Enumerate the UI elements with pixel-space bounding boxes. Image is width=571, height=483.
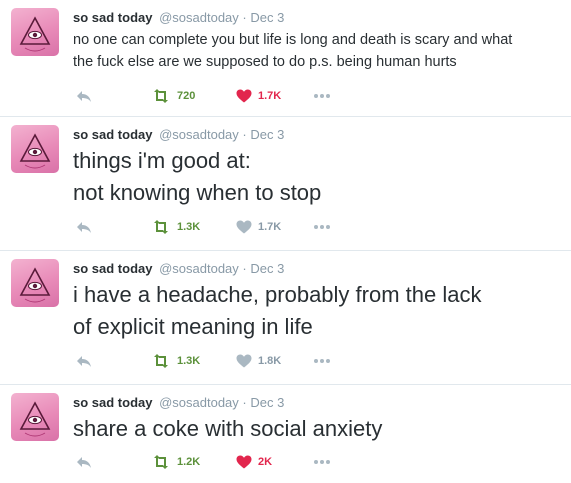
heart-icon	[236, 354, 252, 368]
tweet-text: share a coke with social anxiety	[73, 413, 568, 445]
tweet[interactable]: so sad today @sosadtoday · Dec 3 things …	[0, 117, 571, 251]
reply-button[interactable]	[76, 87, 92, 105]
more-button[interactable]	[313, 352, 331, 370]
separator: ·	[242, 10, 247, 25]
retweet-button[interactable]: 1.3K	[151, 352, 200, 370]
retweet-count: 1.3K	[177, 221, 201, 233]
retweet-button[interactable]: 1.3K	[151, 218, 200, 236]
like-count: 1.8K	[258, 355, 282, 367]
username[interactable]: @sosadtoday	[159, 261, 239, 276]
more-dots-icon	[314, 359, 330, 363]
like-button[interactable]: 1.7K	[236, 218, 281, 236]
more-dots-icon	[314, 225, 330, 229]
avatar[interactable]	[11, 259, 59, 307]
tweet-text: i have a headache, probably from the lac…	[73, 279, 568, 343]
more-dots-icon	[314, 94, 330, 98]
more-button[interactable]	[313, 87, 331, 105]
tweet-text: things i'm good at: not knowing when to …	[73, 145, 568, 209]
timestamp[interactable]: Dec 3	[250, 261, 284, 276]
tweet-timeline: so sad today @sosadtoday · Dec 3 no one …	[0, 0, 571, 483]
tweet[interactable]: so sad today @sosadtoday · Dec 3 i have …	[0, 251, 571, 385]
reply-button[interactable]	[76, 218, 92, 236]
more-button[interactable]	[313, 218, 331, 236]
like-count: 1.7K	[258, 221, 282, 233]
retweet-count: 720	[177, 90, 196, 102]
username[interactable]: @sosadtoday	[159, 395, 239, 410]
like-button[interactable]: 1.8K	[236, 352, 281, 370]
reply-icon	[77, 457, 91, 468]
fullname[interactable]: so sad today	[73, 395, 152, 410]
tweet-header: so sad today @sosadtoday · Dec 3	[73, 127, 284, 142]
tweet-text: no one can complete you but life is long…	[73, 29, 568, 73]
timestamp[interactable]: Dec 3	[250, 127, 284, 142]
tweet-text-line: things i'm good at:	[73, 148, 251, 173]
fullname[interactable]: so sad today	[73, 261, 152, 276]
timestamp[interactable]: Dec 3	[250, 395, 284, 410]
separator: ·	[242, 395, 247, 410]
tweet-header: so sad today @sosadtoday · Dec 3	[73, 10, 284, 25]
avatar[interactable]	[11, 125, 59, 173]
fullname[interactable]: so sad today	[73, 10, 152, 25]
all-seeing-eye-pyramid-icon	[19, 133, 51, 169]
reply-button[interactable]	[76, 352, 92, 370]
avatar[interactable]	[11, 8, 59, 56]
separator: ·	[242, 261, 247, 276]
tweet[interactable]: so sad today @sosadtoday · Dec 3 no one …	[0, 0, 571, 117]
tweet-header: so sad today @sosadtoday · Dec 3	[73, 261, 284, 276]
tweet-text-line: of explicit meaning in life	[73, 314, 313, 339]
fullname[interactable]: so sad today	[73, 127, 152, 142]
retweet-icon	[154, 455, 168, 469]
separator: ·	[242, 127, 247, 142]
retweet-count: 1.2K	[177, 456, 201, 468]
tweet-text-line: not knowing when to stop	[73, 180, 322, 205]
heart-icon	[236, 89, 252, 103]
like-button[interactable]: 2K	[236, 453, 272, 471]
retweet-icon	[154, 354, 168, 368]
tweet-header: so sad today @sosadtoday · Dec 3	[73, 395, 284, 410]
retweet-icon	[154, 89, 168, 103]
reply-icon	[77, 356, 91, 367]
username[interactable]: @sosadtoday	[159, 10, 239, 25]
reply-button[interactable]	[76, 453, 92, 471]
retweet-button[interactable]: 720	[151, 87, 195, 105]
tweet-text-line: i have a headache, probably from the lac…	[73, 282, 482, 307]
timestamp[interactable]: Dec 3	[250, 10, 284, 25]
tweet-text-line: no one can complete you but life is long…	[73, 32, 513, 48]
tweet[interactable]: so sad today @sosadtoday · Dec 3 share a…	[0, 385, 571, 483]
more-dots-icon	[314, 460, 330, 464]
like-count: 2K	[258, 456, 273, 468]
all-seeing-eye-pyramid-icon	[19, 267, 51, 303]
tweet-text-line: the fuck else are we supposed to do p.s.…	[73, 54, 457, 70]
tweet-text-line: share a coke with social anxiety	[73, 416, 383, 441]
heart-icon	[236, 220, 252, 234]
all-seeing-eye-pyramid-icon	[19, 401, 51, 437]
more-button[interactable]	[313, 453, 331, 471]
reply-icon	[77, 222, 91, 233]
like-count: 1.7K	[258, 90, 282, 102]
username[interactable]: @sosadtoday	[159, 127, 239, 142]
retweet-count: 1.3K	[177, 355, 201, 367]
retweet-icon	[154, 220, 168, 234]
reply-icon	[77, 91, 91, 102]
heart-icon	[236, 455, 252, 469]
avatar[interactable]	[11, 393, 59, 441]
like-button[interactable]: 1.7K	[236, 87, 281, 105]
all-seeing-eye-pyramid-icon	[19, 16, 51, 52]
retweet-button[interactable]: 1.2K	[151, 453, 200, 471]
